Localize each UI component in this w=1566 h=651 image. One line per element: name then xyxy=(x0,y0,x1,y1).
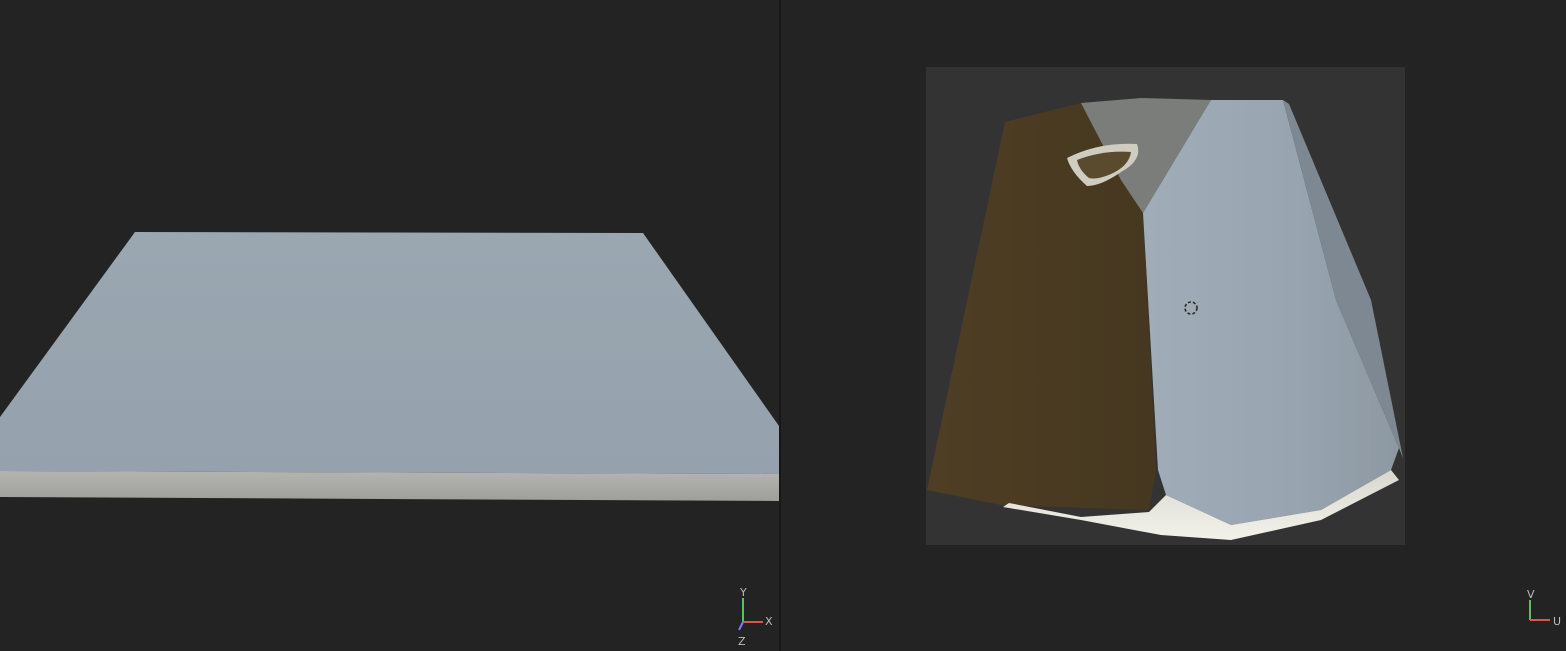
uv-gizmo-v-label: V xyxy=(1527,588,1535,601)
editor-window: Y X Z V U xyxy=(0,0,1566,651)
uv-viewport[interactable]: V U xyxy=(781,0,1566,651)
3d-viewport[interactable]: Y X Z xyxy=(0,0,779,651)
gizmo-z-label: Z xyxy=(738,635,746,648)
uv-gizmo-u-label: U xyxy=(1553,615,1562,628)
plane-front-face[interactable] xyxy=(0,471,779,501)
gizmo-x-label: X xyxy=(765,615,773,628)
plane-top-face[interactable] xyxy=(0,232,779,474)
3d-scene xyxy=(0,232,779,501)
gizmo-y-label: Y xyxy=(740,586,747,599)
uv-texture-render xyxy=(927,98,1403,540)
uv-cursor-icon[interactable] xyxy=(1183,300,1199,316)
